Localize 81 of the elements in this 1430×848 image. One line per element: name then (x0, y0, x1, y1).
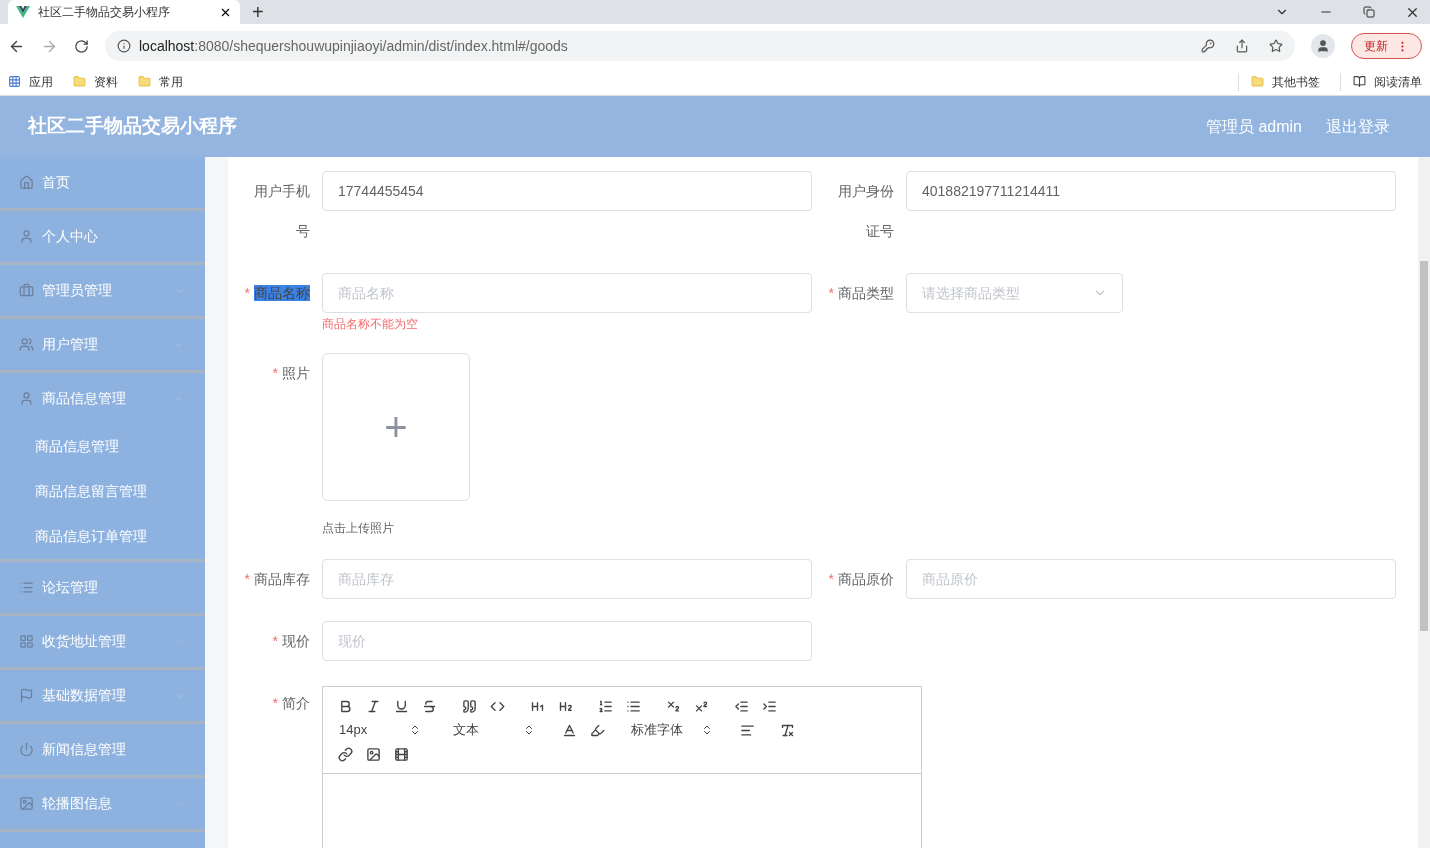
bookmark[interactable]: 资料 (73, 72, 118, 91)
type-select[interactable]: 请选择商品类型 (906, 273, 1123, 313)
text-field[interactable]: 商品原价 (906, 559, 1396, 599)
bookmark[interactable]: 阅读清单 (1340, 72, 1422, 91)
scrollbar[interactable] (1418, 157, 1430, 848)
menu-item[interactable]: 轮播图信息 (0, 778, 205, 829)
format-select[interactable]: 文本 (445, 719, 543, 741)
reading-list-icon (1353, 75, 1366, 88)
error-message: 商品名称不能为空 (322, 316, 419, 331)
menu-item[interactable]: 首页 (0, 157, 205, 208)
home-icon (19, 175, 34, 190)
field-label: 商品类型 (838, 285, 894, 301)
text-field[interactable]: 商品库存 (322, 559, 812, 599)
list-icon (19, 580, 34, 595)
grid-icon (19, 634, 34, 649)
menu-item[interactable]: 论坛管理 (0, 562, 205, 613)
menu-item[interactable]: 收货地址管理 (0, 616, 205, 667)
folder-icon (138, 75, 151, 88)
field-label: 商品名称 (254, 285, 310, 301)
menu-item[interactable]: 用户管理 (0, 319, 205, 370)
folder-icon (73, 75, 86, 88)
app-title: 社区二手物品交易小程序 (28, 114, 237, 139)
submenu-item[interactable]: 商品信息订单管理 (0, 514, 205, 559)
restore-icon[interactable] (1363, 6, 1375, 18)
menu-item[interactable]: 基础数据管理 (0, 670, 205, 721)
admin-user: 管理员 admin (1205, 116, 1302, 137)
required-mark: * (272, 695, 278, 711)
address-bar[interactable]: localhost:8080/shequershouwupinjiaoyi/admin/dist/index.html#/goods (105, 31, 1295, 61)
upload-hint: 点击上传照片 (322, 520, 395, 537)
required-mark: * (272, 633, 278, 649)
person-icon (1316, 39, 1330, 53)
star-icon[interactable] (1269, 39, 1283, 53)
submenu-item[interactable]: 商品信息留言管理 (0, 469, 205, 514)
text-field[interactable]: 17744455454 (322, 171, 812, 211)
update-button[interactable]: 更新 (1351, 33, 1422, 59)
field-label: 用户手机号 (254, 183, 310, 239)
field-label: 商品原价 (838, 571, 894, 587)
menu-item[interactable]: 个人中心 (0, 211, 205, 262)
logo-icon (16, 6, 30, 18)
required-mark: * (244, 571, 250, 587)
text-field[interactable]: 商品名称 (322, 273, 812, 313)
field-label: 简介 (282, 695, 310, 711)
bookmark[interactable]: 应用 (8, 72, 53, 91)
submenu-item[interactable]: 商品信息管理 (0, 424, 205, 469)
bookmark[interactable]: 其他书签 (1238, 72, 1320, 91)
info-icon[interactable] (117, 39, 131, 53)
reload-icon[interactable] (74, 38, 89, 54)
required-mark: * (244, 285, 250, 301)
upload-box[interactable]: + (322, 353, 470, 501)
user-icon (19, 229, 34, 244)
field-label: 照片 (282, 365, 310, 381)
folder-icon (1251, 75, 1264, 88)
profile-icon[interactable] (1311, 34, 1335, 58)
up-down-icon (409, 724, 421, 736)
text-field[interactable]: 现价 (322, 621, 812, 661)
up-down-icon (701, 724, 713, 736)
field-label: 商品库存 (254, 571, 310, 587)
required-mark: * (828, 285, 834, 301)
new-tab-button[interactable]: + (252, 0, 264, 24)
key-icon[interactable] (1201, 39, 1215, 53)
power-icon (19, 742, 34, 757)
users-icon (19, 337, 34, 352)
logout-link[interactable]: 退出登录 (1326, 114, 1390, 139)
field-label: 现价 (282, 633, 310, 649)
bookmark[interactable]: 常用 (138, 72, 183, 91)
briefcase-icon (19, 283, 34, 298)
field-label: 用户身份证号 (838, 183, 894, 239)
size-select[interactable]: 14px (331, 719, 429, 741)
menu-item[interactable]: 商品信息管理 (0, 373, 205, 424)
up-down-icon (523, 724, 535, 736)
required-mark: * (272, 365, 278, 381)
menu-item[interactable]: 管理员管理 (0, 265, 205, 316)
user-icon (19, 391, 34, 406)
share-icon[interactable] (1235, 39, 1249, 53)
image-icon (19, 796, 34, 811)
font-select[interactable]: 标准字体 (623, 719, 721, 741)
flag-icon (19, 688, 34, 703)
menu-item[interactable]: 新闻信息管理 (0, 724, 205, 775)
text-field[interactable]: 401882197711214411 (906, 171, 1396, 211)
apps-icon (8, 75, 21, 88)
required-mark: * (828, 571, 834, 587)
